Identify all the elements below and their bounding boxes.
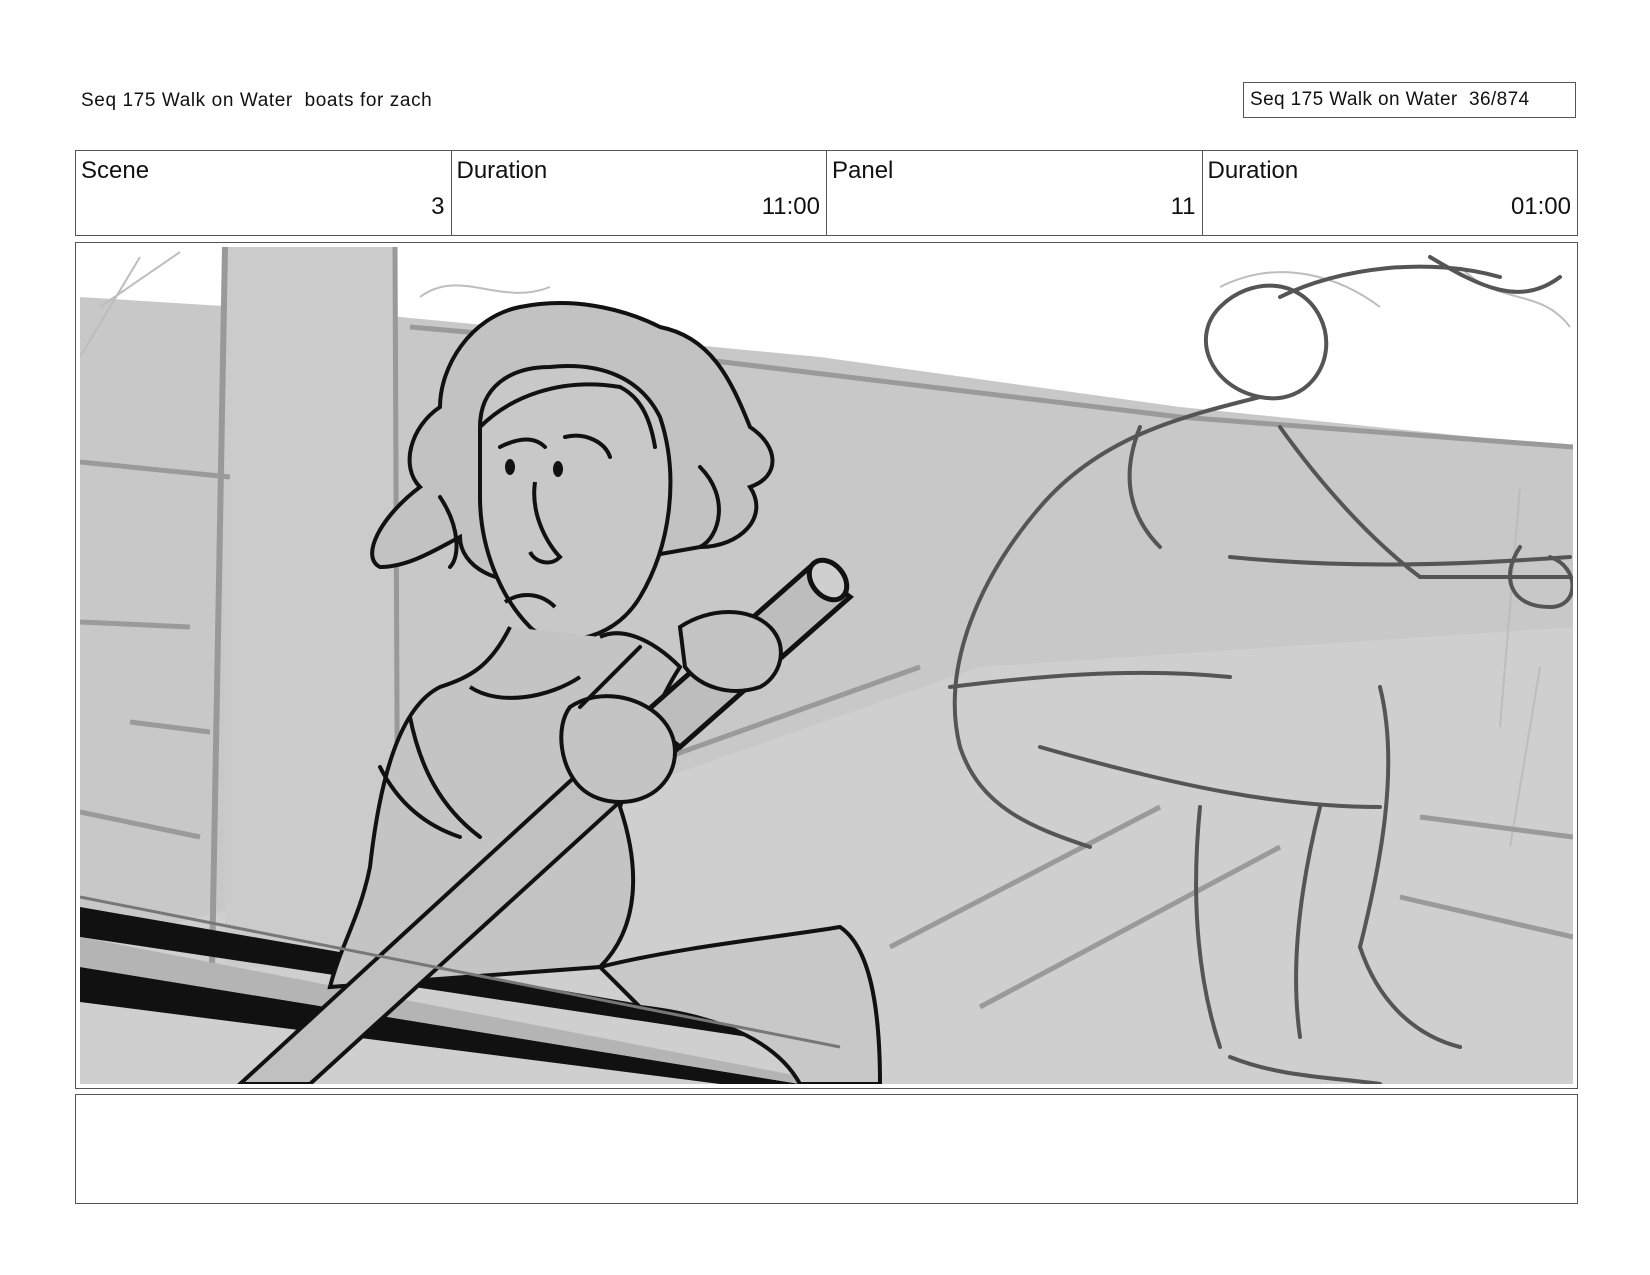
scene-duration-value: 11:00 xyxy=(761,193,820,220)
panel-notes-box xyxy=(75,1094,1578,1204)
panel-label: Panel xyxy=(832,157,894,184)
panel-duration-value: 01:00 xyxy=(1510,193,1571,220)
scene-cell: Scene 3 xyxy=(76,151,452,235)
panel-value: 11 xyxy=(1170,193,1196,220)
storyboard-sketch xyxy=(80,247,1573,1084)
panel-cell: Panel 11 xyxy=(827,151,1203,235)
panel-duration-label: Duration xyxy=(1207,157,1299,184)
scene-label: Scene xyxy=(81,157,150,184)
scene-value: 3 xyxy=(431,193,445,220)
panel-duration-cell: Duration 01:00 xyxy=(1203,151,1578,235)
panel-info-table: Scene 3 Duration 11:00 Panel 11 Duration… xyxy=(75,150,1578,236)
storyboard-panel-frame xyxy=(75,242,1578,1089)
scene-duration-cell: Duration 11:00 xyxy=(452,151,827,235)
scene-duration-label: Duration xyxy=(456,157,548,184)
sequence-title: Seq 175 Walk on Water boats for zach xyxy=(81,90,433,111)
page-counter: Seq 175 Walk on Water 36/874 xyxy=(1243,82,1576,118)
